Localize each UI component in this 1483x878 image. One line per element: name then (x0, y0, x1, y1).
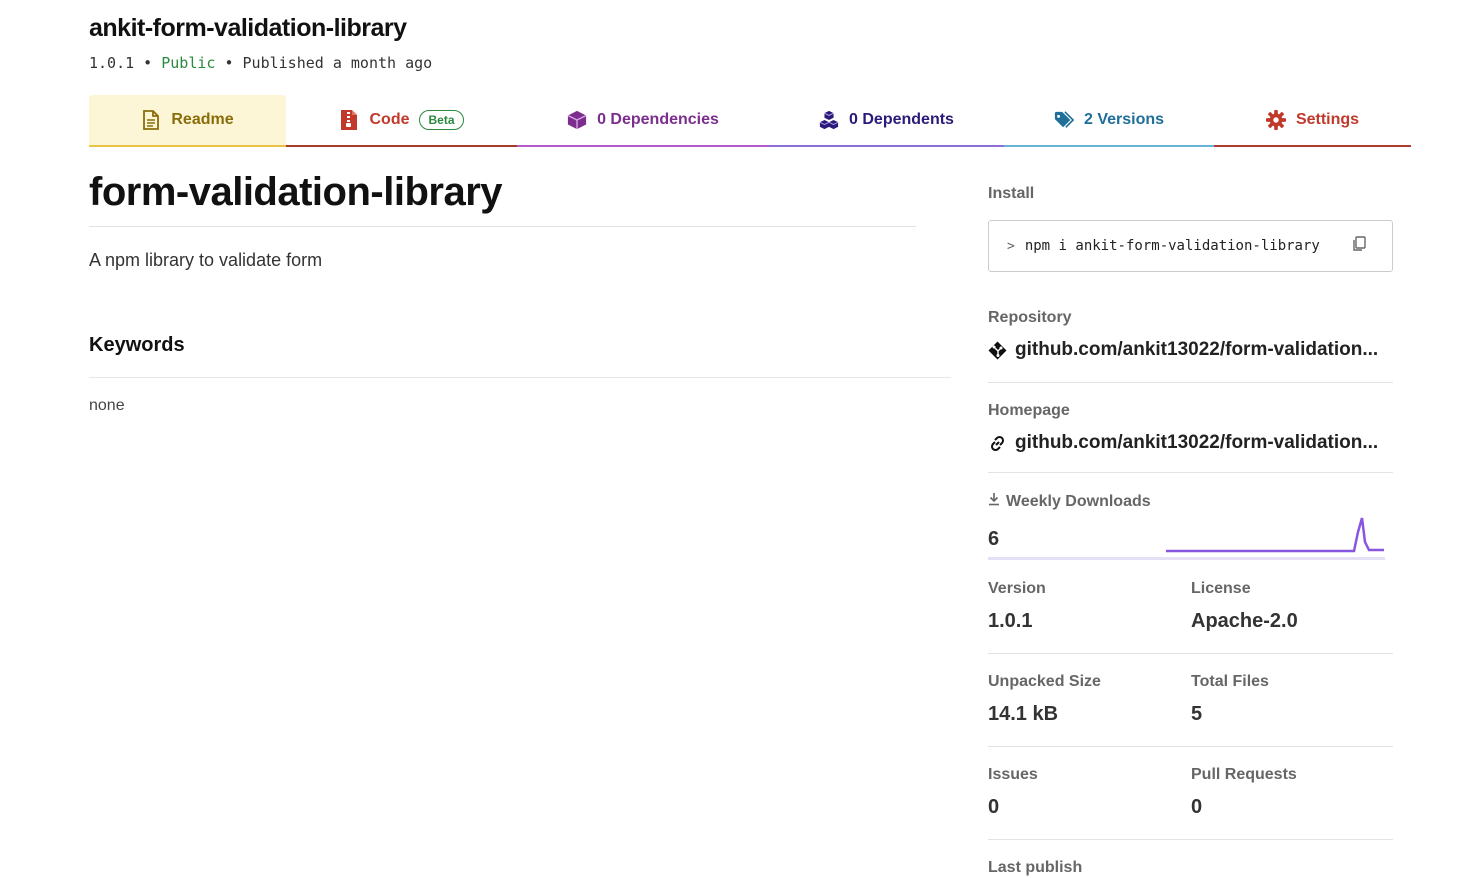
keywords-value: none (89, 397, 125, 414)
meta-separator: • (134, 54, 162, 72)
pull-requests-label: Pull Requests (1191, 766, 1297, 783)
meta-separator: • (215, 54, 243, 72)
gear-icon (1265, 110, 1286, 130)
keywords-divider (89, 377, 951, 378)
repository-label: Repository (988, 309, 1072, 326)
license-label: License (1191, 580, 1251, 597)
package-meta: 1.0.1 • Public • Published a month ago (89, 54, 432, 72)
tab-versions[interactable]: 2 Versions (1004, 95, 1214, 147)
package-tabs: Readme Code Beta 0 Dependencies 0 Depend… (89, 95, 1411, 147)
sidebar-divider (988, 472, 1393, 473)
sidebar-divider (988, 653, 1393, 654)
git-icon (988, 341, 1007, 360)
code-zip-icon (339, 110, 359, 130)
version-label: Version (988, 580, 1046, 597)
pull-requests-value: 0 (1191, 796, 1203, 818)
tab-label: Code (369, 111, 410, 128)
tab-dependencies[interactable]: 0 Dependencies (517, 95, 769, 147)
weekly-downloads-value: 6 (988, 528, 1000, 550)
sidebar-divider (988, 839, 1393, 840)
sidebar-divider (988, 746, 1393, 747)
package-version: 1.0.1 (89, 54, 135, 72)
install-command: npm i ankit-form-validation-library (1024, 238, 1320, 254)
link-icon (988, 434, 1007, 453)
issues-value: 0 (988, 796, 1000, 818)
prompt-icon: > (1007, 238, 1015, 254)
boxes-icon (819, 110, 839, 130)
issues-label: Issues (988, 766, 1038, 783)
readme-title: form-validation-library (89, 170, 503, 214)
download-icon (988, 492, 1000, 511)
tab-dependents[interactable]: 0 Dependents (769, 95, 1004, 147)
box-icon (567, 110, 587, 130)
visibility-badge: Public (161, 54, 216, 72)
sidebar-divider (988, 382, 1393, 383)
title-divider (89, 226, 916, 227)
beta-badge: Beta (419, 110, 464, 130)
last-publish-label: Last publish (988, 859, 1083, 876)
tab-settings[interactable]: Settings (1214, 95, 1411, 147)
tags-icon (1054, 110, 1074, 130)
unpacked-size-label: Unpacked Size (988, 673, 1101, 690)
weekly-downloads-header: Weekly Downloads (988, 492, 1151, 511)
tab-code[interactable]: Code Beta (286, 95, 517, 147)
repository-link[interactable]: github.com/ankit13022/form-validation... (988, 339, 1378, 361)
keywords-heading: Keywords (89, 334, 185, 356)
tab-label: Settings (1295, 111, 1360, 128)
tab-label: 2 Versions (1083, 111, 1165, 128)
sparkline-baseline (988, 557, 1385, 560)
install-label: Install (988, 185, 1035, 202)
total-files-value: 5 (1191, 703, 1203, 725)
package-title: ankit-form-validation-library (89, 14, 407, 42)
weekly-downloads-label: Weekly Downloads (1006, 492, 1151, 510)
version-value: 1.0.1 (988, 610, 1033, 632)
homepage-label: Homepage (988, 402, 1070, 419)
readme-description: A npm library to validate form (89, 250, 323, 270)
install-command-box[interactable]: > npm i ankit-form-validation-library (988, 220, 1393, 272)
downloads-sparkline (1166, 517, 1384, 553)
total-files-label: Total Files (1191, 673, 1269, 690)
tab-label: 0 Dependents (849, 111, 954, 128)
readme-file-icon (141, 110, 161, 130)
unpacked-size-value: 14.1 kB (988, 703, 1059, 725)
tab-readme[interactable]: Readme (89, 95, 286, 147)
published-time: Published a month ago (242, 54, 433, 72)
homepage-link[interactable]: github.com/ankit13022/form-validation... (988, 432, 1378, 454)
tab-label: Readme (171, 111, 234, 128)
repository-url: github.com/ankit13022/form-validation... (1015, 339, 1379, 360)
copy-icon[interactable] (1352, 236, 1366, 252)
homepage-url: github.com/ankit13022/form-validation... (1015, 432, 1379, 453)
tab-label: 0 Dependencies (597, 111, 719, 128)
license-value: Apache-2.0 (1191, 610, 1298, 632)
